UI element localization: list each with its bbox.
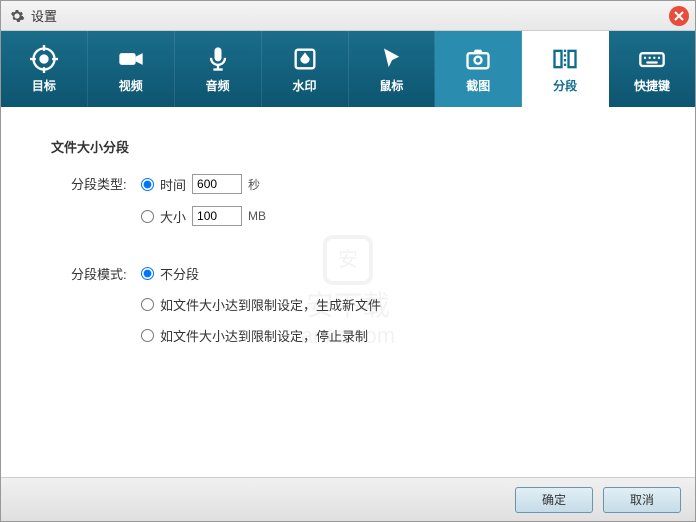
tab-segment[interactable]: 分段 [522, 31, 609, 107]
size-label: 大小 [160, 207, 186, 226]
settings-window: 设置 目标 视频 音频 水印 鼠标 截图 [0, 0, 696, 522]
toolbar: 目标 视频 音频 水印 鼠标 截图 分段 快捷键 [1, 31, 695, 107]
mode-newfile-label: 如文件大小达到限制设定，生成新文件 [160, 295, 381, 314]
tab-label: 分段 [553, 77, 577, 94]
cancel-button[interactable]: 取消 [603, 487, 681, 513]
segment-mode-field: 分段模式: 不分段 如文件大小达到限制设定，生成新文件 如文件大小达到限制设定，… [51, 264, 645, 357]
mode-option-newfile: 如文件大小达到限制设定，生成新文件 [141, 295, 381, 314]
droplet-icon [291, 45, 319, 73]
mode-stop-label: 如文件大小达到限制设定，停止录制 [160, 326, 368, 345]
segment-type-field: 分段类型: 时间 秒 大小 MB [51, 174, 645, 238]
radio-mode-none[interactable] [141, 267, 154, 280]
type-option-time: 时间 秒 [141, 174, 266, 194]
target-icon [30, 45, 58, 73]
footer: 确定 取消 [1, 477, 695, 521]
type-option-size: 大小 MB [141, 206, 266, 226]
close-button[interactable] [669, 6, 689, 26]
tab-label: 快捷键 [634, 77, 670, 94]
video-icon [117, 45, 145, 73]
ok-button[interactable]: 确定 [515, 487, 593, 513]
time-unit: 秒 [248, 176, 260, 193]
size-input[interactable] [192, 206, 242, 226]
tab-video[interactable]: 视频 [88, 31, 175, 107]
content-panel: 安 安下载 anxz.com 文件大小分段 分段类型: 时间 秒 大小 MB [1, 107, 695, 477]
window-title: 设置 [31, 6, 57, 25]
tab-hotkey[interactable]: 快捷键 [609, 31, 695, 107]
mode-option-stop: 如文件大小达到限制设定，停止录制 [141, 326, 381, 345]
camera-icon [464, 45, 492, 73]
radio-mode-stop[interactable] [141, 329, 154, 342]
radio-time[interactable] [141, 178, 154, 191]
keyboard-icon [638, 45, 666, 73]
mode-option-none: 不分段 [141, 264, 381, 283]
time-input[interactable] [192, 174, 242, 194]
microphone-icon [204, 45, 232, 73]
mode-label: 分段模式: [51, 264, 131, 283]
radio-mode-newfile[interactable] [141, 298, 154, 311]
tab-label: 目标 [32, 77, 56, 94]
tab-label: 水印 [293, 77, 317, 94]
tab-audio[interactable]: 音频 [175, 31, 262, 107]
size-unit: MB [248, 209, 266, 223]
titlebar: 设置 [1, 1, 695, 31]
split-icon [551, 45, 579, 73]
tab-target[interactable]: 目标 [1, 31, 88, 107]
type-label: 分段类型: [51, 174, 131, 193]
gear-icon [9, 8, 25, 24]
tab-label: 截图 [466, 77, 490, 94]
cursor-icon [377, 45, 405, 73]
tab-screenshot[interactable]: 截图 [435, 31, 522, 107]
tab-mouse[interactable]: 鼠标 [349, 31, 436, 107]
tab-label: 鼠标 [379, 77, 403, 94]
section-title: 文件大小分段 [51, 137, 645, 156]
tab-label: 音频 [206, 77, 230, 94]
time-label: 时间 [160, 175, 186, 194]
tab-watermark[interactable]: 水印 [262, 31, 349, 107]
radio-size[interactable] [141, 210, 154, 223]
tab-label: 视频 [119, 77, 143, 94]
mode-none-label: 不分段 [160, 264, 199, 283]
